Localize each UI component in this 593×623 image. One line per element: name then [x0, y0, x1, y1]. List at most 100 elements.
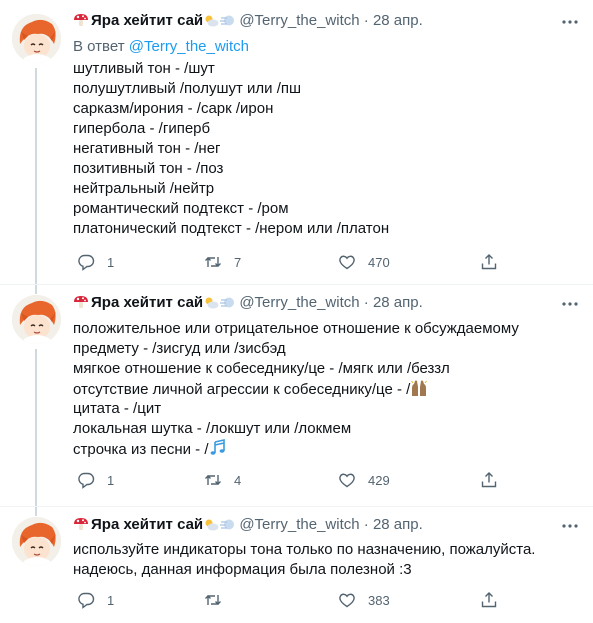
- reply-icon: [78, 592, 95, 609]
- more-icon[interactable]: [561, 295, 579, 313]
- tweet-text-line: мягкое отношение к собеседнику/це - /мяг…: [73, 360, 450, 377]
- sun-behind-cloud-icon: [205, 15, 219, 27]
- reply-icon: [78, 254, 95, 271]
- tweet-text-line: отсутствие личной агрессии к собеседнику…: [73, 381, 411, 398]
- display-name[interactable]: Яра хейтит сай: [91, 516, 203, 533]
- tweet-text-line: строчка из песни - /: [73, 441, 209, 458]
- like-button[interactable]: 470: [338, 252, 390, 272]
- handle[interactable]: @Terry_the_witch: [239, 516, 359, 533]
- tweet-header: Яра хейтит сай @Terry_the_witch · 28 апр…: [73, 515, 423, 535]
- tweet-text-line: используйте индикаторы тона только по на…: [73, 541, 536, 558]
- reply-mention-link[interactable]: @Terry_the_witch: [129, 38, 249, 55]
- dash-icon: [220, 297, 235, 308]
- share-icon: [481, 254, 497, 270]
- sun-behind-cloud-icon: [205, 519, 219, 531]
- retweet-count: 7: [234, 254, 242, 270]
- like-count: 470: [368, 254, 390, 270]
- display-name[interactable]: Яра хейтит сай: [91, 294, 203, 311]
- thread-line: [35, 507, 37, 516]
- tweet-text: шутливый тон - /шут полушутливый /полушу…: [73, 59, 581, 239]
- tweet-text: используйте индикаторы тона только по на…: [73, 540, 581, 580]
- tweet-text-line: полушутливый /полушут или /пш: [73, 80, 302, 97]
- like-icon: [339, 473, 355, 488]
- retweet-button[interactable]: 7: [204, 252, 241, 272]
- tweet-text: положительное или отрицательное отношени…: [73, 319, 581, 459]
- reply-count: 1: [107, 592, 115, 608]
- avatar[interactable]: [12, 517, 61, 566]
- share-icon: [481, 472, 497, 488]
- share-button[interactable]: [480, 590, 498, 610]
- mushroom-icon: [74, 518, 88, 530]
- mushroom-icon: [74, 14, 88, 26]
- tweet-text-line-wrap: строчка из песни - /: [73, 439, 581, 459]
- retweet-icon: [205, 595, 221, 605]
- reply-icon: [78, 472, 95, 489]
- like-icon: [339, 593, 355, 608]
- thread-line: [35, 349, 37, 506]
- tweet-text-line: гипербола - /гиперб: [73, 120, 211, 137]
- tweet-text-line: предмету - /зисгуд или /зисбэд: [73, 340, 286, 357]
- tweet-text-line: цитата - /цит: [73, 400, 162, 417]
- retweet-button[interactable]: 4: [204, 470, 241, 490]
- timestamp[interactable]: 28 апр.: [373, 294, 423, 311]
- thread-line: [35, 68, 37, 288]
- tweet-text-line: локальная шутка - /локшут или /локмем: [73, 420, 352, 437]
- like-count: 429: [368, 472, 390, 488]
- tweet-3[interactable]: Яра хейтит сай @Terry_the_witch · 28 апр…: [0, 507, 593, 623]
- musical-notes-icon: [210, 439, 225, 455]
- like-button[interactable]: 383: [338, 590, 390, 610]
- tweet-text-line: положительное или отрицательное отношени…: [73, 320, 519, 337]
- retweet-icon: [205, 257, 221, 267]
- handle[interactable]: @Terry_the_witch: [239, 12, 359, 29]
- tweet-text-line: нейтральный /нейтр: [73, 180, 215, 197]
- tweet-text-line: сарказм/ирония - /сарк /ирон: [73, 100, 274, 117]
- retweet-icon: [205, 475, 221, 485]
- share-button[interactable]: [480, 252, 498, 272]
- reply-context: В ответ @Terry_the_witch: [73, 37, 249, 57]
- reply-button[interactable]: 1: [77, 252, 114, 272]
- reply-prefix: В ответ: [73, 38, 125, 55]
- more-icon[interactable]: [561, 517, 579, 535]
- tweet-text-line: романтический подтекст - /ром: [73, 200, 289, 217]
- timestamp[interactable]: 28 апр.: [373, 12, 423, 29]
- separator-dot: ·: [363, 294, 369, 311]
- timestamp[interactable]: 28 апр.: [373, 516, 423, 533]
- tweet-actions: 1 383: [73, 590, 513, 610]
- tweet-text-line: негативный тон - /нег: [73, 140, 221, 157]
- tweet-text-line: позитивный тон - /поз: [73, 160, 224, 177]
- display-name[interactable]: Яра хейтит сай: [91, 12, 203, 29]
- dash-icon: [220, 519, 235, 530]
- tweet-text-line: надеюсь, данная информация была полезной…: [73, 561, 412, 578]
- reply-button[interactable]: 1: [77, 590, 114, 610]
- retweet-count: 4: [234, 472, 242, 488]
- raised-hands-icon: [411, 380, 428, 396]
- tweet-text-line: платонический подтекст - /нером или /пла…: [73, 220, 390, 237]
- separator-dot: ·: [363, 516, 369, 533]
- share-button[interactable]: [480, 470, 498, 490]
- tweet-text-line: шутливый тон - /шут: [73, 60, 215, 77]
- share-icon: [481, 592, 497, 608]
- dash-icon: [220, 15, 235, 26]
- tweet-actions: 1 7 470: [73, 252, 513, 272]
- tweet-2[interactable]: Яра хейтит сай @Terry_the_witch · 28 апр…: [0, 285, 593, 506]
- like-icon: [339, 255, 355, 270]
- mushroom-icon: [74, 296, 88, 308]
- thread-line: [35, 285, 37, 294]
- tweet-header: Яра хейтит сай @Terry_the_witch · 28 апр…: [73, 293, 423, 313]
- like-count: 383: [368, 592, 390, 608]
- retweet-button[interactable]: [204, 590, 234, 610]
- reply-count: 1: [107, 472, 115, 488]
- handle[interactable]: @Terry_the_witch: [239, 294, 359, 311]
- reply-button[interactable]: 1: [77, 470, 114, 490]
- reply-count: 1: [107, 254, 115, 270]
- separator-dot: ·: [363, 12, 369, 29]
- more-icon[interactable]: [561, 13, 579, 31]
- tweet-actions: 1 4 429: [73, 470, 513, 490]
- sun-behind-cloud-icon: [205, 297, 219, 309]
- avatar[interactable]: [12, 14, 61, 63]
- like-button[interactable]: 429: [338, 470, 390, 490]
- avatar[interactable]: [12, 295, 61, 344]
- tweet-1[interactable]: Яра хейтит сай @Terry_the_witch · 28 апр…: [0, 0, 593, 288]
- tweet-text-line-wrap: отсутствие личной агрессии к собеседнику…: [73, 379, 581, 399]
- tweet-header: Яра хейтит сай @Terry_the_witch · 28 апр…: [73, 11, 423, 31]
